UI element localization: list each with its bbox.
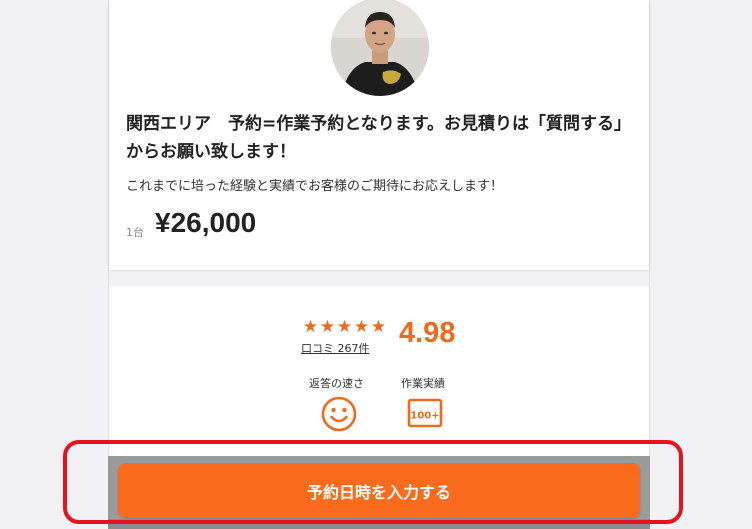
metric-label-response-speed: 返答の速さ: [309, 377, 364, 390]
avatar[interactable]: [331, 0, 429, 96]
reviews-link[interactable]: 口コミ 267件: [301, 340, 370, 356]
rating-score: 4.98: [399, 317, 456, 349]
listing-title: 関西エリア 予約=作業予約となります。お見積りは「質問する」からお願い致します！: [126, 114, 632, 162]
star-icon: ★: [353, 317, 370, 337]
star-icon: ★: [336, 317, 353, 337]
listing-card: 関西エリア 予約=作業予約となります。お見積りは「質問する」からお願い致します！…: [109, 0, 649, 270]
content-column: 関西エリア 予約=作業予約となります。お見積りは「質問する」からお願い致します！…: [108, 0, 650, 529]
svg-text:100+: 100+: [410, 411, 439, 422]
star-icon: ★: [319, 317, 336, 337]
listing-subtitle: これまでに培った経験と実績でお客様のご期待にお応えします！: [126, 179, 504, 194]
star-icon: ★: [302, 317, 319, 337]
page: 関西エリア 予約=作業予約となります。お見積りは「質問する」からお願い致します！…: [0, 0, 752, 529]
bottom-action-bar: 予約日時を入力する: [108, 456, 650, 529]
star-rating: ★ ★ ★ ★ ★: [302, 318, 387, 336]
section-divider: [109, 272, 649, 286]
profile-photo: [331, 0, 429, 96]
star-icon: ★: [370, 317, 387, 337]
bottom-bar-shadow: [108, 519, 650, 529]
reserve-datetime-button[interactable]: 予約日時を入力する: [118, 463, 640, 518]
smiley-face-icon: [321, 396, 357, 432]
hundred-plus-icon: 100+: [407, 398, 443, 428]
price-value: ¥26,000: [155, 207, 257, 238]
price-unit: 1台: [126, 226, 144, 239]
metric-label-work-record: 作業実績: [401, 377, 445, 390]
